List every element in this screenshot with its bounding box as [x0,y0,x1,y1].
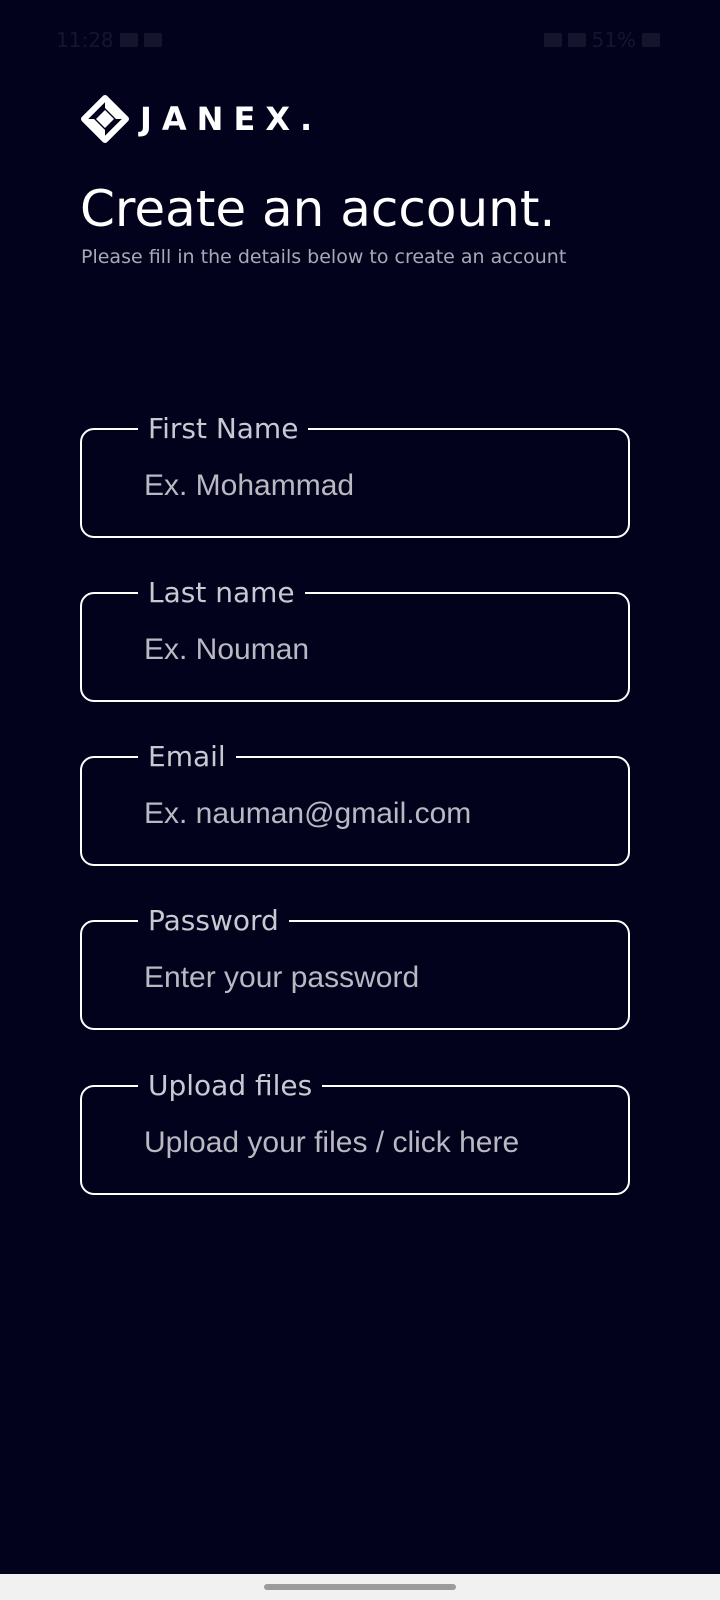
first-name-input[interactable] [144,466,614,506]
signup-screen: 11:28 51% JANEX. Create an account. Plea… [0,0,720,1600]
last-name-input[interactable] [144,630,614,670]
status-time: 11:28 [56,28,114,52]
status-right: 51% [543,28,660,52]
page-subtitle: Please fill in the details below to crea… [81,246,567,268]
diamond-logo-icon [81,95,129,143]
password-field[interactable]: Password [80,902,630,1030]
password-input[interactable] [144,958,614,998]
home-gesture-handle[interactable] [264,1584,456,1590]
email-field[interactable]: Email [80,738,630,866]
status-left: 11:28 [56,28,162,52]
wifi-icon [543,33,562,47]
first-name-field[interactable]: First Name [80,410,630,538]
signal-icon [567,33,586,47]
brand: JANEX. [80,94,322,144]
page-title: Create an account. [80,180,556,238]
email-input[interactable] [144,794,614,834]
first-name-label: First Name [138,410,309,448]
battery-icon [642,33,660,47]
cloud-icon [143,33,162,47]
email-label: Email [138,738,236,776]
upload-files-button[interactable]: Upload files Upload your files / click h… [80,1067,630,1195]
notification-icon [119,33,138,47]
brand-name: JANEX. [140,100,323,138]
system-nav-bar [0,1574,720,1600]
battery-level: 51% [591,28,636,52]
upload-files-prompt[interactable]: Upload your files / click here [144,1123,519,1163]
password-label: Password [138,902,289,940]
status-bar: 11:28 51% [0,0,720,80]
last-name-label: Last name [138,574,305,612]
upload-files-label: Upload files [138,1067,323,1105]
last-name-field[interactable]: Last name [80,574,630,702]
